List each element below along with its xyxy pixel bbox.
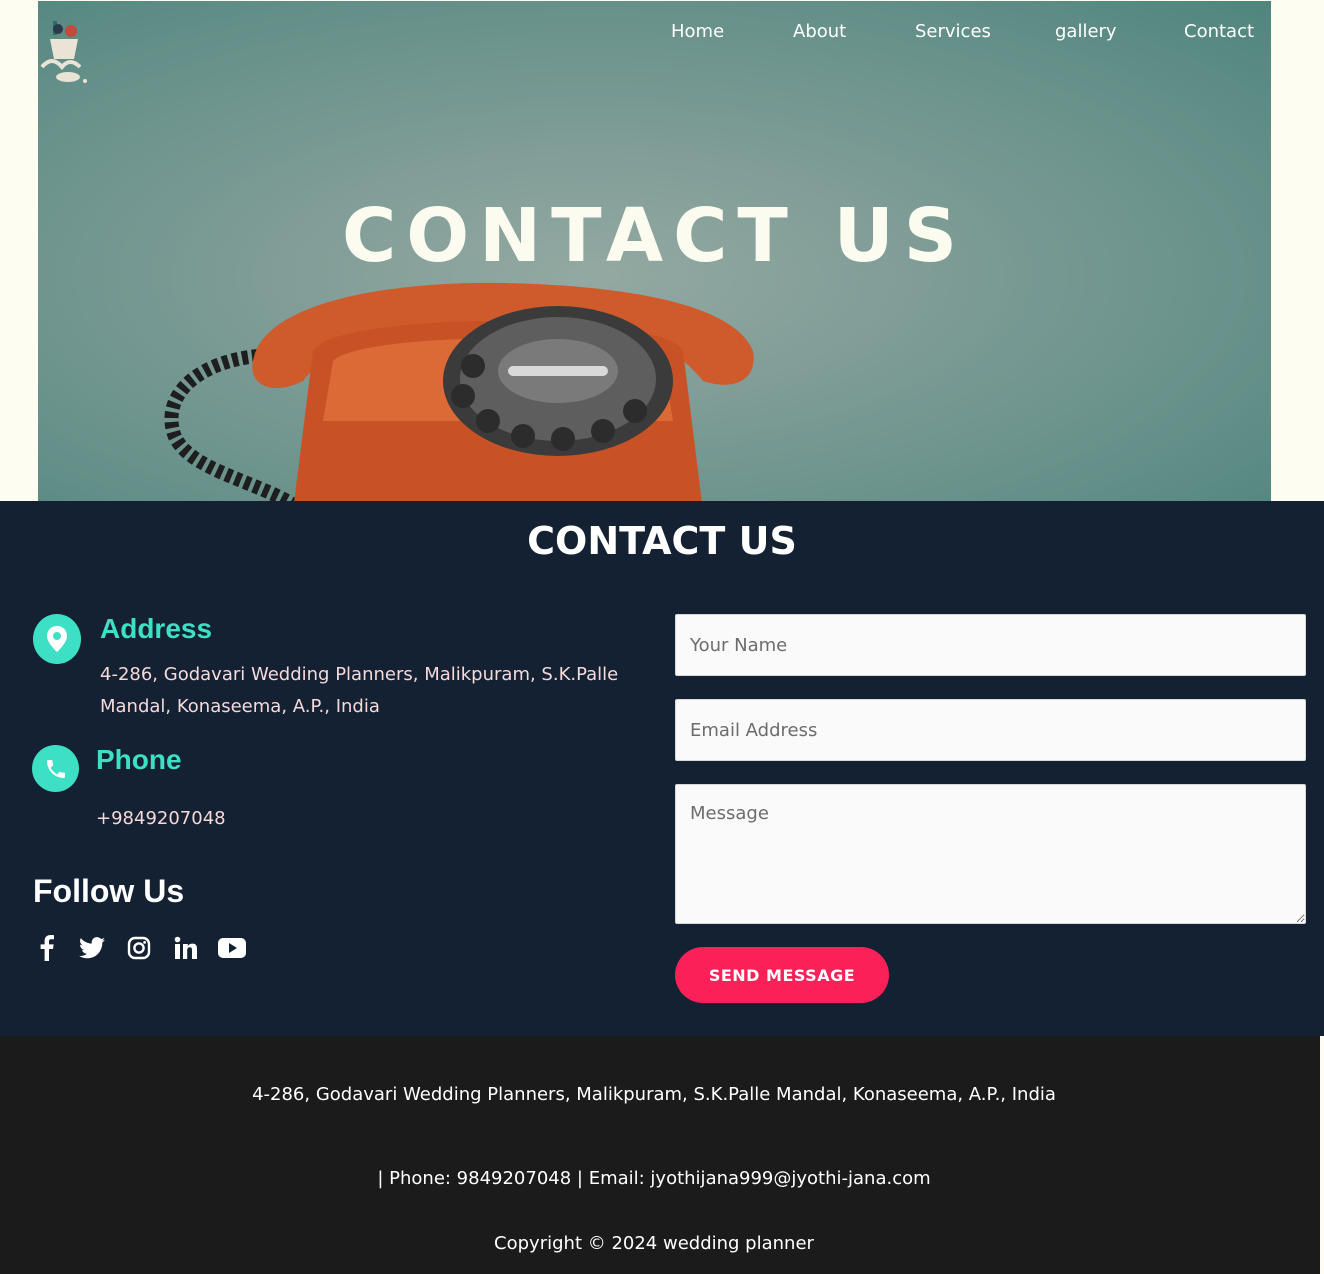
nav-services[interactable]: Services — [915, 21, 991, 49]
site-logo[interactable] — [38, 17, 94, 87]
twitter-icon[interactable] — [78, 934, 106, 962]
nav-contact[interactable]: Contact — [1184, 21, 1254, 49]
footer-address: 4-286, Godavari Wedding Planners, Malikp… — [252, 1084, 1056, 1105]
footer-contact-line: | Phone: 9849207048 | Email: jyothijana9… — [377, 1168, 931, 1189]
footer: 4-286, Godavari Wedding Planners, Malikp… — [0, 1036, 1324, 1274]
hero-section: Home About Services gallery Contact CONT… — [0, 0, 1324, 501]
hero-banner: Home About Services gallery Contact CONT… — [38, 1, 1271, 501]
contact-section: CONTACT US Address 4-286, Godavari Weddi… — [0, 501, 1324, 1036]
nav-gallery[interactable]: gallery — [1055, 21, 1117, 49]
footer-copyright: Copyright © 2024 wedding planner — [494, 1233, 814, 1254]
hero-title: CONTACT US — [341, 193, 968, 279]
facebook-icon[interactable] — [33, 934, 61, 962]
location-pin-icon — [33, 614, 81, 664]
address-text: 4-286, Godavari Wedding Planners, Malikp… — [100, 664, 619, 717]
linkedin-icon[interactable] — [172, 934, 200, 962]
nav-home[interactable]: Home — [671, 21, 724, 49]
page-edge-bottom — [1320, 1036, 1324, 1274]
name-input[interactable] — [675, 614, 1306, 676]
follow-us-title: Follow Us — [33, 873, 185, 909]
youtube-icon[interactable] — [218, 934, 246, 962]
rotary-phone-illustration — [164, 282, 754, 501]
phone-number: +9849207048 — [96, 808, 226, 829]
phone-title: Phone — [96, 744, 182, 775]
page-edge — [1271, 1, 1309, 501]
instagram-icon[interactable] — [125, 934, 153, 962]
phone-icon — [32, 745, 79, 792]
address-title: Address — [100, 613, 213, 644]
message-textarea[interactable] — [675, 784, 1306, 924]
send-message-button[interactable]: SEND MESSAGE — [675, 947, 889, 1003]
contact-heading: CONTACT US — [527, 519, 797, 563]
email-input[interactable] — [675, 699, 1306, 761]
nav-about[interactable]: About — [793, 21, 846, 49]
